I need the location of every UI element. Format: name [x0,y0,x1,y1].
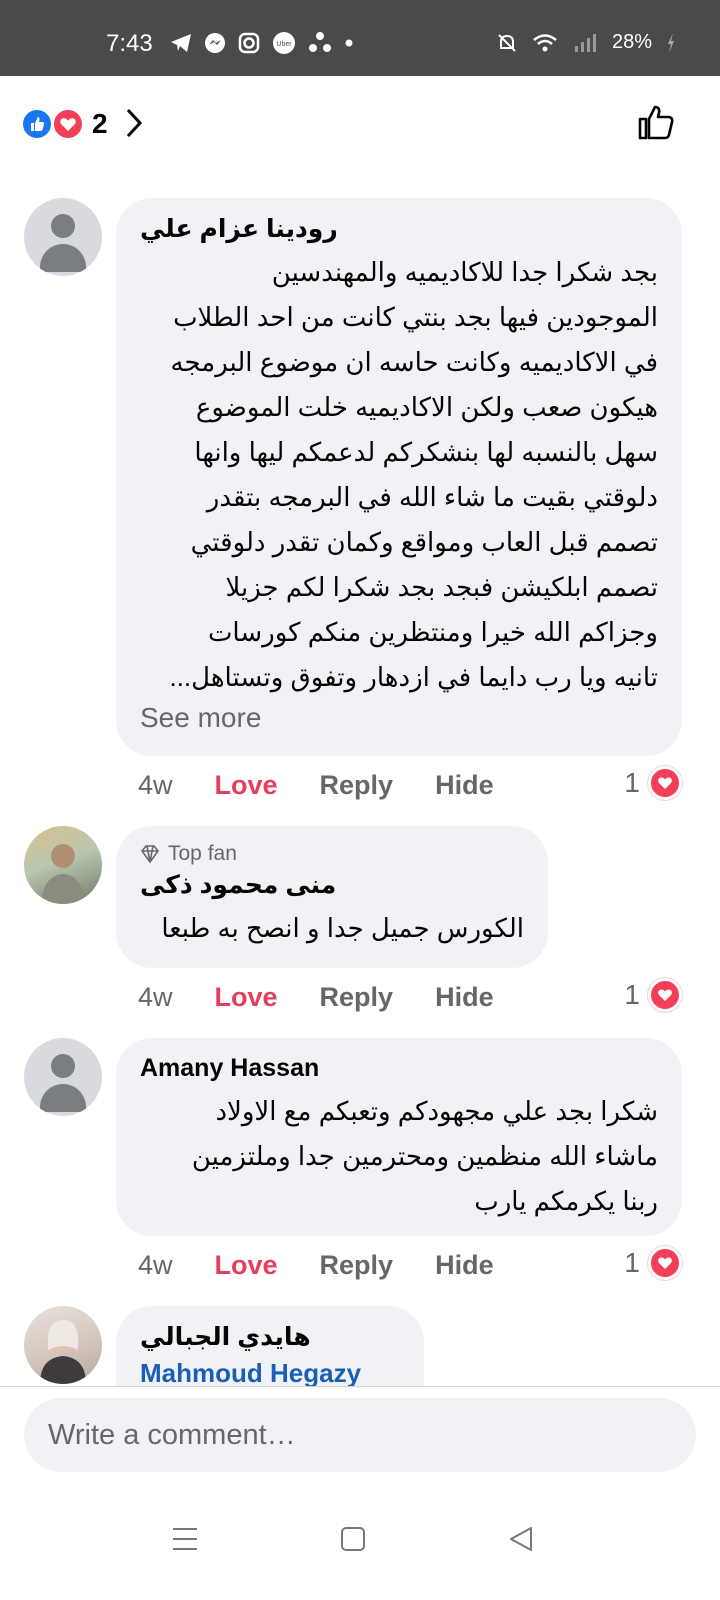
comment-reactions[interactable]: 1 [624,766,682,800]
reply-button[interactable]: Reply [320,770,394,801]
back-icon[interactable] [508,1526,534,1552]
mute-icon [498,33,516,52]
comment-text: الكورس جميل جدا و انصح به طبعا [161,913,524,943]
comment-reactions[interactable]: 1 [624,1246,682,1280]
app-icon [309,32,331,52]
messenger-icon [205,33,225,53]
chevron-right-icon[interactable] [124,106,144,140]
avatar[interactable] [24,1038,102,1116]
comment-composer[interactable] [24,1398,696,1472]
comment-author[interactable]: رودينا عزام علي [140,214,658,244]
top-fan-badge: Top fan [140,842,524,866]
comment-reaction-count: 1 [624,1247,640,1278]
uber-icon: Uber [273,32,295,54]
comment-actions: 4w Love Reply Hide [138,1250,494,1281]
reply-button[interactable]: Reply [320,1250,394,1281]
battery-level: 28% [611,31,652,53]
avatar[interactable] [24,1306,102,1384]
instagram-icon [238,32,260,54]
hide-button[interactable]: Hide [435,982,494,1013]
comment-input[interactable] [24,1398,696,1472]
love-reaction-icon [648,766,682,800]
comment-actions: 4w Love Reply Hide [138,770,494,801]
svg-text:Uber: Uber [276,41,292,48]
comment-actions: 4w Love Reply Hide [138,982,494,1013]
recent-apps-icon[interactable] [172,1526,198,1552]
love-button[interactable]: Love [215,982,278,1013]
comment-bubble[interactable]: هايدي الجبالي Mahmoud Hegazy [116,1306,424,1386]
comment-bubble[interactable]: Amany Hassan شكرا بجد علي مجهودكم وتعبكم… [116,1038,682,1236]
comment-reactions[interactable]: 1 [624,978,682,1012]
love-button[interactable]: Love [215,1250,278,1281]
comment-author[interactable]: Amany Hassan [140,1054,658,1083]
signal-icon [574,33,596,52]
home-icon[interactable] [340,1526,366,1552]
comment-age[interactable]: 4w [138,982,173,1013]
hide-button[interactable]: Hide [435,770,494,801]
comment-text: بجد شكرا جدا للاكاديميه والمهندسين الموج… [169,257,658,692]
see-more-link[interactable]: See more [140,702,658,734]
reaction-summary-bar [0,76,720,172]
like-button-icon[interactable] [636,102,676,142]
comment-author[interactable]: هايدي الجبالي [140,1322,400,1352]
reply-button[interactable]: Reply [320,982,394,1013]
hide-button[interactable]: Hide [435,1250,494,1281]
comment-age[interactable]: 4w [138,770,173,801]
like-reaction-icon [21,108,53,140]
avatar[interactable] [24,826,102,904]
divider [0,1386,720,1387]
love-button[interactable]: Love [215,770,278,801]
love-reaction-icon [648,1246,682,1280]
comment-text: شكرا بجد علي مجهودكم وتعبكم مع الاولاد م… [191,1096,658,1216]
reaction-count[interactable]: 2 [92,108,108,140]
comment-age[interactable]: 4w [138,1250,173,1281]
wifi-icon [533,33,557,51]
notification-icons: Uber [170,31,354,55]
telegram-icon [171,34,191,52]
mention-link[interactable]: Mahmoud Hegazy [140,1358,400,1386]
dot-icon [345,39,353,47]
avatar[interactable] [24,198,102,276]
system-nav-bar [0,1480,720,1600]
charging-icon [668,32,674,53]
status-right: 28% [496,31,676,54]
top-fan-label: Top fan [168,842,237,865]
love-reaction-icon [52,108,84,140]
diamond-icon [140,845,160,863]
comment-bubble[interactable]: رودينا عزام علي بجد شكرا جدا للاكاديميه … [116,198,682,756]
love-reaction-icon [648,978,682,1012]
status-bar: 7:43 Uber 28% [0,0,720,76]
status-time: 7:43 [106,30,153,57]
comment-author[interactable]: منى محمود ذكى [140,870,524,900]
comment-reaction-count: 1 [624,979,640,1010]
comment-bubble[interactable]: Top fan منى محمود ذكى الكورس جميل جدا و … [116,826,548,968]
comment-reaction-count: 1 [624,767,640,798]
